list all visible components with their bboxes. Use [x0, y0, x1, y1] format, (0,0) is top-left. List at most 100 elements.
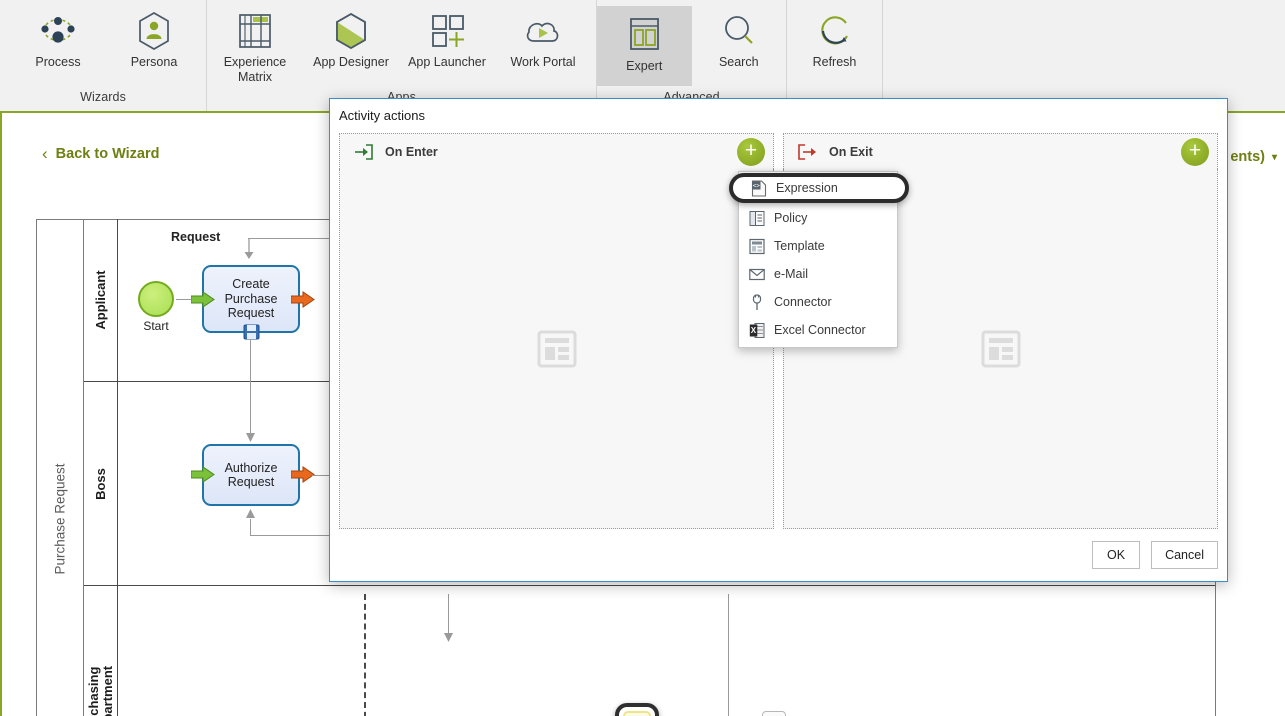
menu-item-policy[interactable]: Policy: [739, 204, 897, 232]
panel-header-on-exit: On Exit +: [783, 133, 1218, 169]
back-to-wizard-link[interactable]: ‹ Back to Wizard: [42, 145, 159, 162]
menu-item-label: Policy: [774, 211, 808, 225]
ribbon-group-wizards: Process Persona Wizards: [0, 0, 207, 111]
task-label: Authorize Request: [224, 460, 278, 490]
start-event-label: Start: [143, 319, 169, 333]
menu-item-email[interactable]: e-Mail: [739, 260, 897, 288]
ribbon-group-apps: Experience Matrix App Designer App Launc…: [207, 0, 597, 111]
ok-button[interactable]: OK: [1092, 541, 1141, 569]
task-create-purchase-request[interactable]: Create Purchase Request: [202, 265, 300, 333]
script-action-badge[interactable]: [762, 711, 786, 716]
ribbon-group-refresh: Refresh: [787, 0, 883, 111]
task-authorize-request[interactable]: Authorize Request: [202, 444, 300, 506]
ribbon-button-process[interactable]: Process: [10, 2, 106, 82]
menu-item-label: e-Mail: [774, 267, 809, 281]
app-designer-icon: [331, 8, 371, 54]
envelope-icon: [749, 266, 765, 283]
app-root: Process Persona Wizards Experience Matri…: [0, 0, 1285, 716]
panel-on-enter: On Enter +: [339, 133, 774, 529]
cancel-button[interactable]: Cancel: [1151, 541, 1218, 569]
menu-item-excel-connector[interactable]: X Excel Connector: [739, 316, 897, 344]
empty-layout-placeholder-icon: [537, 330, 576, 367]
flow-arrowhead: [444, 633, 453, 642]
ribbon-button-refresh[interactable]: Refresh: [787, 2, 882, 82]
flow-arrowhead: [244, 239, 254, 259]
ribbon-button-label: Process: [35, 55, 81, 69]
excel-icon: X: [749, 322, 765, 339]
menu-item-expression[interactable]: <> Expression: [729, 173, 909, 203]
menu-item-connector[interactable]: Connector: [739, 288, 897, 316]
ribbon-button-persona[interactable]: Persona: [106, 2, 202, 82]
ribbon-group-label-wizards: Wizards: [80, 90, 126, 104]
panel-label-on-exit: On Exit: [829, 144, 873, 159]
document-title-dropdown[interactable]: ents) ▾: [1230, 149, 1277, 165]
lane-label: Purchasing Department: [85, 665, 115, 716]
task-input-arrow-icon: [191, 466, 215, 483]
dialog-footer: OK Cancel: [330, 541, 1218, 569]
ribbon-button-experience-matrix[interactable]: Experience Matrix: [207, 2, 303, 85]
plus-icon: +: [1188, 138, 1202, 162]
pool-title-label: Purchase Request: [52, 462, 67, 575]
ribbon-button-search[interactable]: Search: [692, 2, 787, 82]
ribbon-toolbar: Process Persona Wizards Experience Matri…: [0, 0, 1285, 113]
flow-label-request: Request: [171, 230, 221, 244]
svg-text:X: X: [751, 326, 757, 335]
ribbon-button-app-launcher[interactable]: App Launcher: [399, 2, 495, 82]
back-to-wizard-label: Back to Wizard: [55, 145, 160, 162]
menu-item-label: Excel Connector: [774, 323, 866, 337]
panel-label-on-enter: On Enter: [385, 144, 438, 159]
pool-title-cell: Purchase Request: [36, 219, 84, 716]
app-launcher-icon: [426, 8, 468, 54]
menu-item-label: Template: [774, 239, 825, 253]
lane-title-applicant: Applicant: [84, 219, 118, 381]
connector-plug-icon: [749, 293, 765, 311]
lane-label: Applicant: [92, 270, 108, 330]
document-title-text: ents): [1230, 149, 1265, 165]
ribbon-button-app-designer[interactable]: App Designer: [303, 2, 399, 82]
ribbon-button-label: Work Portal: [510, 55, 576, 69]
dialog-title: Activity actions: [339, 107, 425, 123]
plus-icon: +: [744, 138, 758, 162]
lane-label: Boss: [92, 467, 108, 500]
experience-matrix-icon: [234, 8, 276, 54]
menu-item-template[interactable]: Template: [739, 232, 897, 260]
message-flow-divider: [364, 594, 366, 716]
flow-connector: [250, 519, 251, 535]
add-on-enter-action-button[interactable]: +: [737, 137, 765, 166]
ribbon-button-expert[interactable]: Expert: [597, 6, 692, 86]
script-action-badge-selected[interactable]: [615, 703, 659, 716]
task-output-arrow-icon: [291, 291, 315, 308]
ribbon-button-label: Search: [718, 55, 759, 69]
menu-item-label: Expression: [776, 181, 838, 195]
ribbon-button-label: Persona: [130, 55, 178, 69]
persona-user-icon: [134, 8, 174, 54]
expression-code-icon: <>: [751, 179, 767, 197]
arrow-into-bracket-icon: [354, 143, 373, 160]
svg-text:<>: <>: [753, 182, 761, 189]
arrow-out-of-bracket-icon: [798, 143, 817, 160]
template-icon: [749, 238, 765, 255]
ribbon-button-label: Refresh: [812, 55, 857, 69]
process-network-icon: [36, 8, 80, 54]
search-icon: [718, 8, 760, 54]
panel-content-on-enter: [339, 169, 774, 529]
lane-title-boss: Boss: [84, 382, 118, 585]
panel-header-on-enter: On Enter +: [339, 133, 774, 169]
flow-arrowhead: [246, 433, 255, 442]
start-event[interactable]: [138, 281, 174, 317]
lane-title-purchasing-department: Purchasing Department: [84, 586, 118, 716]
empty-layout-placeholder-icon: [981, 330, 1020, 367]
task-input-arrow-icon: [191, 291, 215, 308]
add-on-exit-action-button[interactable]: +: [1181, 137, 1209, 166]
menu-item-label: Connector: [774, 295, 832, 309]
ribbon-group-advanced: Expert Search Advanced: [597, 0, 787, 111]
task-label: Create Purchase Request: [224, 277, 278, 321]
lane-purchasing-department: Purchasing Department: [84, 586, 1215, 716]
flow-connector: [728, 594, 729, 716]
ribbon-button-label: App Launcher: [408, 55, 486, 69]
save-disk-icon: [243, 324, 260, 340]
ribbon-button-work-portal[interactable]: Work Portal: [495, 2, 591, 82]
flow-connector: [250, 339, 251, 439]
expert-layout-icon: [623, 12, 665, 58]
chevron-down-icon: ▾: [1271, 151, 1277, 163]
